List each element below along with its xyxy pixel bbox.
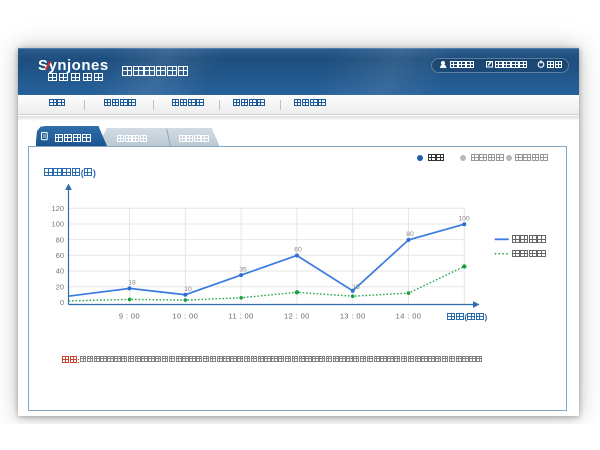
svg-text:10 : 00: 10 : 00: [172, 312, 198, 321]
svg-text:13 : 00: 13 : 00: [340, 312, 366, 321]
svg-text:60: 60: [294, 247, 302, 254]
svg-text:80: 80: [406, 231, 414, 238]
svg-text:120: 120: [51, 204, 64, 213]
svg-text:14 : 00: 14 : 00: [396, 312, 422, 321]
svg-text:80: 80: [56, 235, 64, 244]
svg-text:0: 0: [60, 298, 64, 307]
svg-text:35: 35: [239, 266, 247, 273]
svg-text:20: 20: [56, 282, 64, 291]
svg-text:18: 18: [128, 280, 136, 287]
svg-text:60: 60: [56, 251, 64, 260]
svg-text:100: 100: [458, 216, 470, 223]
svg-text:15: 15: [352, 284, 360, 291]
svg-text:10: 10: [184, 286, 192, 293]
svg-text:9 : 00: 9 : 00: [119, 312, 140, 321]
svg-text:40: 40: [56, 267, 64, 276]
svg-text:11 : 00: 11 : 00: [229, 312, 254, 321]
svg-text:12 : 00: 12 : 00: [284, 312, 310, 321]
svg-text:100: 100: [51, 220, 64, 229]
